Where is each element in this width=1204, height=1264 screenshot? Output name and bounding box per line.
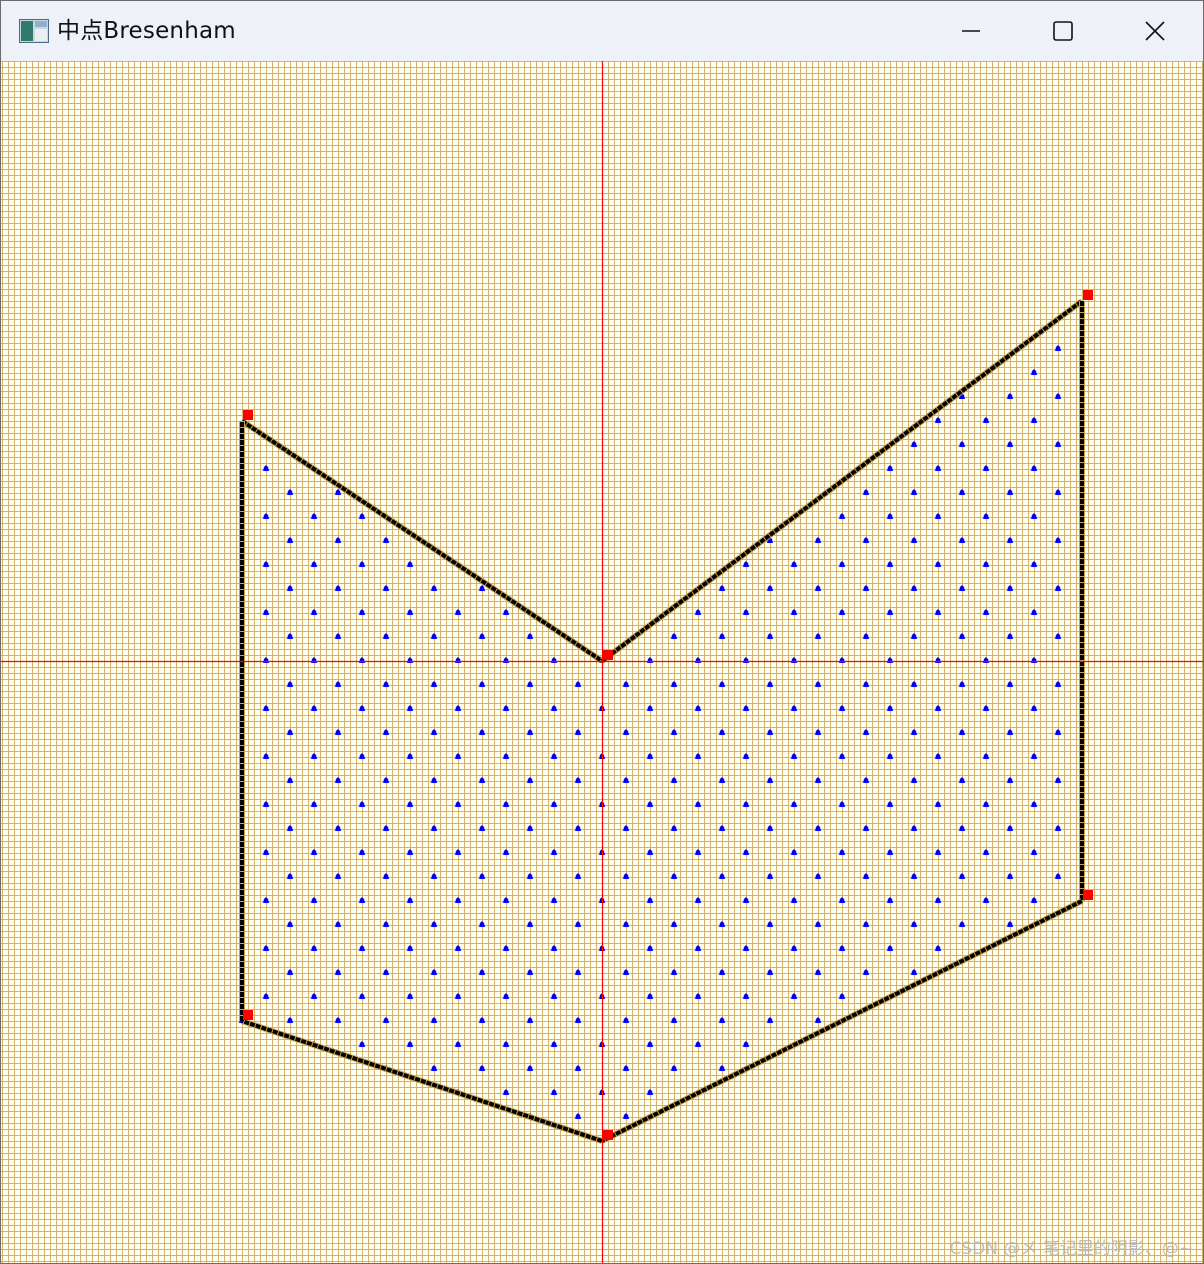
close-icon (1144, 20, 1166, 42)
window-title: 中点Bresenham (57, 18, 236, 44)
minimize-button[interactable] (925, 1, 1017, 61)
maximize-icon (1052, 20, 1074, 42)
polygon-vertex (603, 1130, 613, 1140)
close-button[interactable] (1109, 1, 1201, 61)
drawing-canvas[interactable]: CSDN @メ 笔记里的阴影、@~ (1, 61, 1203, 1263)
maximize-button[interactable] (1017, 1, 1109, 61)
polygon-vertex (603, 650, 613, 660)
polygon-vertex (1083, 890, 1093, 900)
app-window-icon (19, 19, 49, 43)
polygon-vertex (243, 410, 253, 420)
minimize-icon (961, 21, 981, 41)
app-window: 中点Bresenham CSDN @メ 笔记里的阴影、@~ (0, 0, 1204, 1264)
watermark-text: CSDN @メ 笔记里的阴影、@~ (949, 1239, 1193, 1259)
polygon-vertex (1083, 290, 1093, 300)
pixel-grid-canvas (1, 61, 1203, 1263)
polygon-vertex (243, 1010, 253, 1020)
title-bar[interactable]: 中点Bresenham (1, 1, 1203, 61)
